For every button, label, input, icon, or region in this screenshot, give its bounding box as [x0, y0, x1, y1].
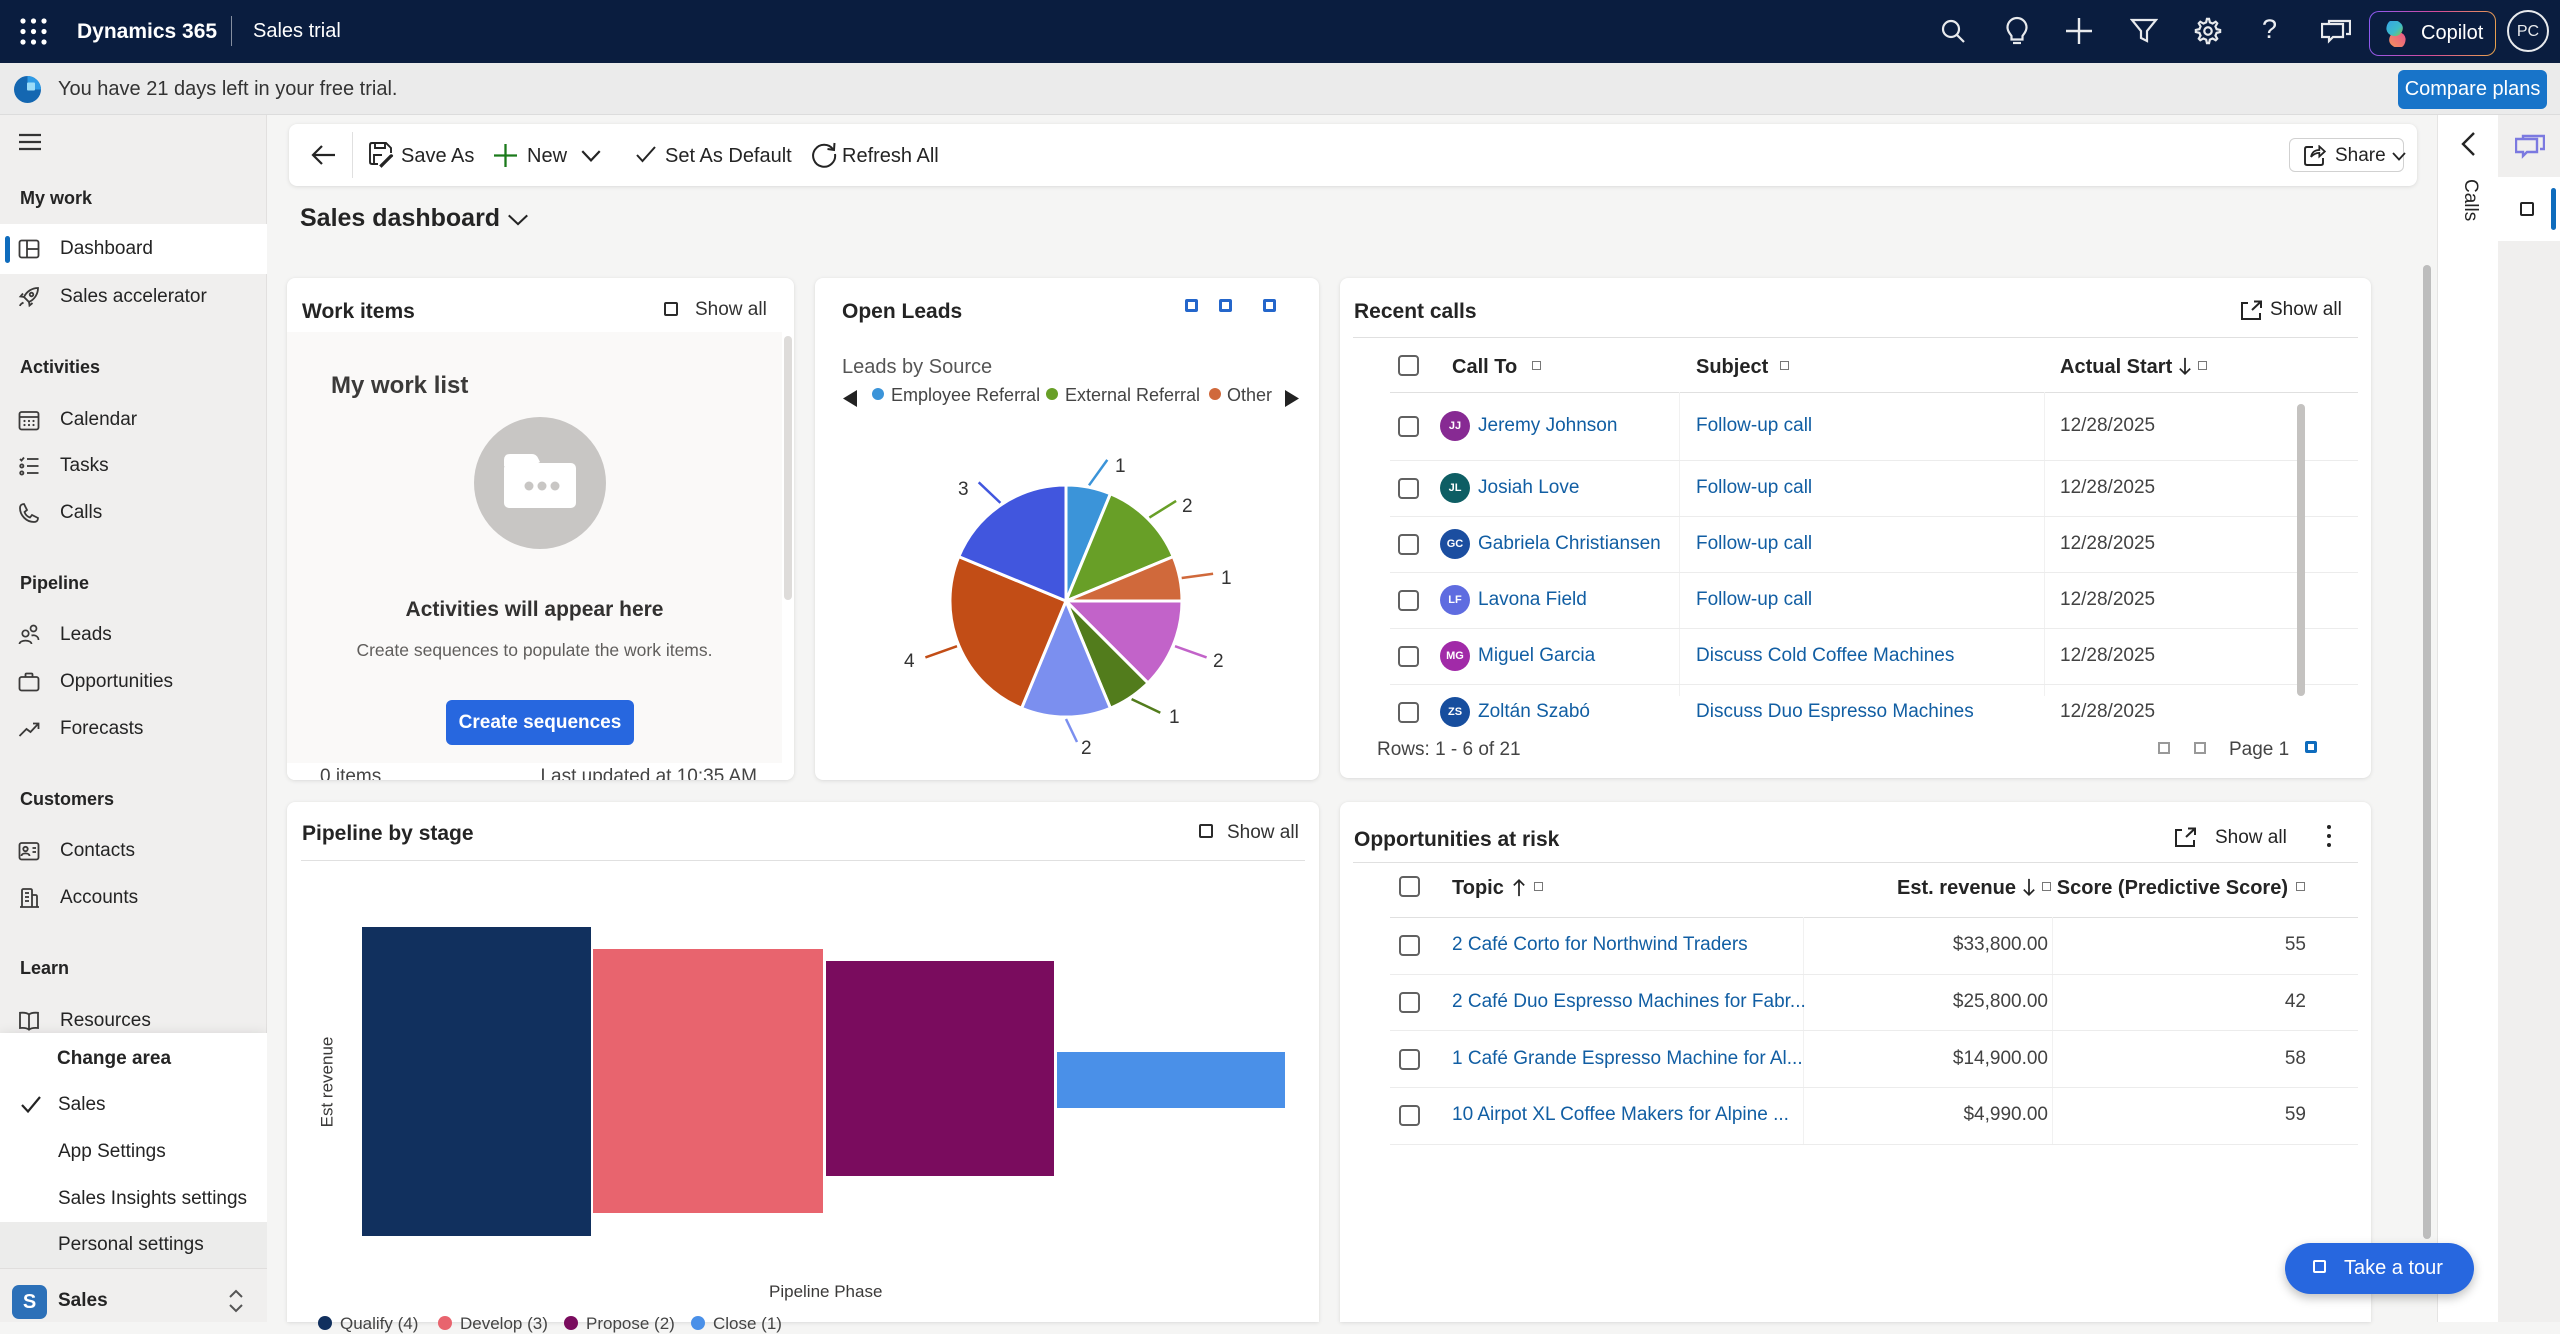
svg-text:2: 2 [1213, 651, 1224, 672]
svg-text:1: 1 [1221, 568, 1232, 589]
svg-text:1: 1 [1115, 456, 1126, 477]
svg-text:2: 2 [1081, 738, 1092, 759]
svg-text:4: 4 [904, 651, 915, 672]
svg-text:1: 1 [1169, 707, 1180, 728]
svg-text:2: 2 [1182, 496, 1193, 517]
svg-text:3: 3 [958, 479, 969, 500]
